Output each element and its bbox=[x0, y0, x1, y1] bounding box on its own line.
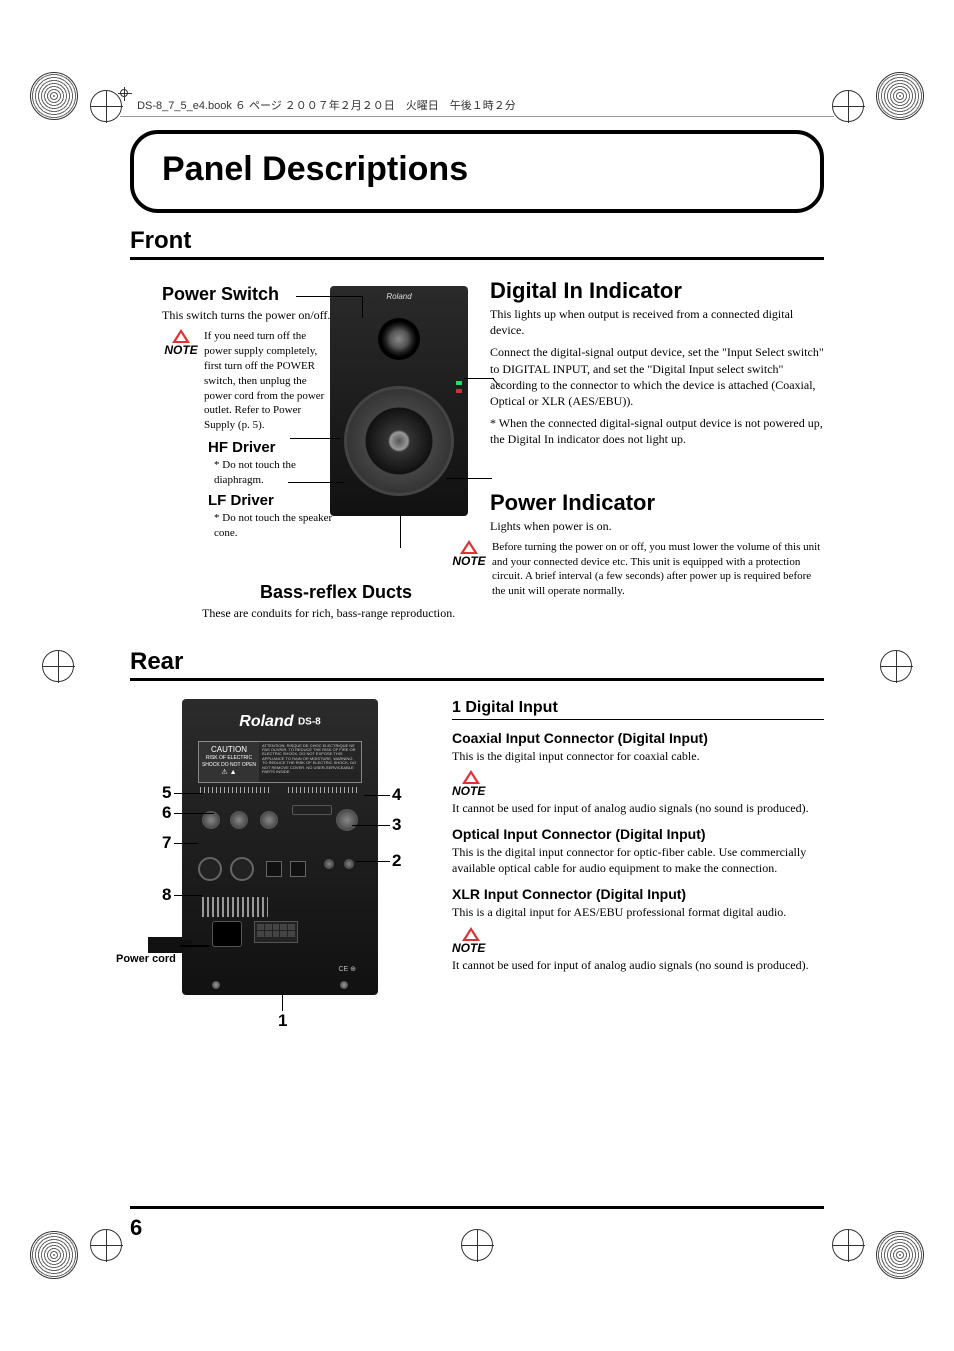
crop-mark bbox=[876, 72, 924, 120]
front-right-column: Digital In Indicator This lights up when… bbox=[490, 278, 824, 628]
callout-8: 8 bbox=[162, 885, 171, 905]
led-stack bbox=[456, 381, 464, 397]
optical-title: Optical Input Connector (Digital Input) bbox=[452, 826, 824, 842]
crop-mark bbox=[30, 72, 78, 120]
reg-mark bbox=[832, 90, 864, 122]
note-icon: NOTE bbox=[162, 329, 200, 357]
reg-mark bbox=[90, 90, 122, 122]
digital-in-p1: This lights up when output is received f… bbox=[490, 306, 824, 338]
digital-in-title: Digital In Indicator bbox=[490, 278, 824, 304]
reg-mark bbox=[880, 650, 912, 682]
digital-in-p3: * When the connected digital-signal outp… bbox=[490, 415, 824, 447]
front-layout: Power Switch This switch turns the power… bbox=[130, 278, 824, 628]
callout-2: 2 bbox=[392, 851, 401, 871]
rear-panel-illustration: Roland DS-8 CAUTIONRISK OF ELECTRIC SHOC… bbox=[182, 699, 378, 995]
bass-reflex-title: Bass-reflex Ducts bbox=[202, 582, 470, 603]
running-header: DS-8_7_5_e4.book ６ ページ ２００７年２月２０日 火曜日 午後… bbox=[120, 97, 834, 117]
rear-text-column: 1 Digital Input Coaxial Input Connector … bbox=[452, 699, 824, 1039]
power-cord-label: Power cord bbox=[116, 953, 176, 965]
power-switch-note-text: If you need turn off the power supply co… bbox=[204, 329, 334, 433]
chapter-title: Panel Descriptions bbox=[162, 150, 792, 189]
header-text: DS-8_7_5_e4.book ６ ページ ２００７年２月２０日 火曜日 午後… bbox=[137, 100, 516, 112]
power-indicator-note-text: Before turning the power on or off, you … bbox=[492, 540, 824, 599]
rear-model: DS-8 bbox=[298, 716, 321, 727]
leader-line bbox=[400, 514, 401, 548]
leader-line bbox=[288, 482, 344, 483]
woofer-icon bbox=[344, 386, 454, 496]
bass-reflex-block: Bass-reflex Ducts These are conduits for… bbox=[202, 582, 470, 621]
page-number: 6 bbox=[130, 1215, 142, 1241]
front-speaker-illustration: Roland bbox=[330, 286, 468, 516]
xlr-title: XLR Input Connector (Digital Input) bbox=[452, 886, 824, 902]
leader-line bbox=[362, 296, 363, 318]
leader-line bbox=[296, 296, 362, 297]
page-content: Panel Descriptions Front Power Switch Th… bbox=[130, 130, 824, 1221]
power-indicator-body: Lights when power is on. bbox=[490, 518, 824, 534]
callout-3: 3 bbox=[392, 815, 401, 835]
coax-body: This is the digital input connector for … bbox=[452, 748, 824, 764]
callout-1: 1 bbox=[278, 1011, 287, 1031]
leader-line bbox=[464, 378, 494, 379]
reg-mark bbox=[832, 1229, 864, 1261]
callout-6: 6 bbox=[162, 803, 171, 823]
xlr-body: This is a digital input for AES/EBU prof… bbox=[452, 904, 824, 920]
digital-input-heading: 1 Digital Input bbox=[452, 699, 824, 720]
power-indicator-note: NOTE Before turning the power on or off,… bbox=[450, 540, 824, 599]
power-indicator-title: Power Indicator bbox=[490, 490, 824, 516]
lf-driver-note: * Do not touch the speaker cone. bbox=[214, 511, 334, 541]
rear-logo: Roland DS-8 bbox=[182, 713, 378, 731]
crop-mark bbox=[30, 1231, 78, 1279]
note-icon: NOTE bbox=[452, 927, 490, 955]
optical-body: This is the digital input connector for … bbox=[452, 844, 824, 876]
callout-4: 4 bbox=[392, 785, 401, 805]
reg-mark bbox=[461, 1229, 493, 1261]
bass-reflex-body: These are conduits for rich, bass-range … bbox=[202, 605, 470, 621]
digital-in-p2: Connect the digital-signal output device… bbox=[490, 344, 824, 409]
tweeter-icon bbox=[378, 318, 420, 360]
note-icon: NOTE bbox=[452, 770, 490, 798]
rear-layout: Roland DS-8 CAUTIONRISK OF ELECTRIC SHOC… bbox=[130, 699, 824, 1039]
section-heading-rear: Rear bbox=[130, 648, 824, 681]
speaker-brand: Roland bbox=[386, 292, 411, 301]
xlr-note: It cannot be used for input of analog au… bbox=[452, 957, 824, 973]
leader-line bbox=[180, 945, 210, 947]
crop-mark bbox=[876, 1231, 924, 1279]
callout-5: 5 bbox=[162, 783, 171, 803]
footer-rule bbox=[130, 1206, 824, 1209]
leader-line bbox=[290, 438, 340, 439]
section-heading-front: Front bbox=[130, 227, 824, 260]
chapter-title-box: Panel Descriptions bbox=[130, 130, 824, 213]
leader-line bbox=[446, 478, 492, 479]
power-plug-icon bbox=[148, 937, 182, 953]
coax-title: Coaxial Input Connector (Digital Input) bbox=[452, 730, 824, 746]
front-left-column: Power Switch This switch turns the power… bbox=[130, 278, 470, 628]
rear-diagram-column: Roland DS-8 CAUTIONRISK OF ELECTRIC SHOC… bbox=[130, 699, 430, 1039]
reg-mark bbox=[42, 650, 74, 682]
hf-driver-note: * Do not touch the diaphragm. bbox=[214, 458, 324, 488]
warning-box: CAUTIONRISK OF ELECTRIC SHOCK DO NOT OPE… bbox=[198, 741, 362, 783]
coax-note: It cannot be used for input of analog au… bbox=[452, 800, 824, 816]
callout-7: 7 bbox=[162, 833, 171, 853]
reg-mark bbox=[90, 1229, 122, 1261]
